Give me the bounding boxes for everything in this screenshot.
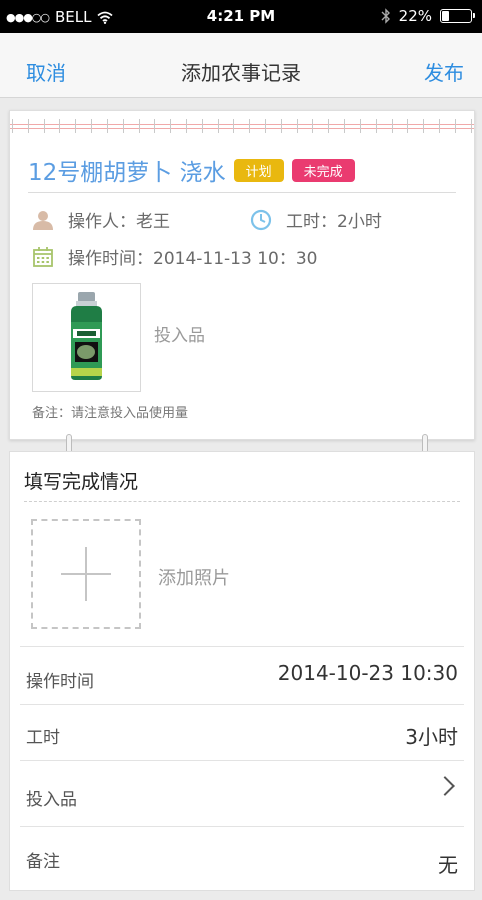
operation-time-row[interactable]: 操作时间 2014-10-23 10:30 — [20, 646, 464, 702]
pesticide-bottle-image — [71, 292, 102, 380]
system-status: 22% — [381, 7, 475, 25]
bluetooth-icon — [381, 8, 390, 24]
remark-text: 备注：请注意投入品使用量 — [32, 406, 189, 421]
completion-title: 填写完成情况 — [24, 471, 139, 493]
product-label: 投入品 — [154, 326, 205, 346]
add-photo-button[interactable] — [31, 519, 141, 629]
publish-button[interactable]: 发布 — [424, 57, 464, 86]
battery-percent: 22% — [398, 7, 432, 25]
duration-row[interactable]: 工时 3小时 — [20, 704, 464, 760]
calendar-icon — [33, 246, 53, 267]
plan-header: 12号棚胡萝卜 浇水 计划 未完成 — [28, 153, 355, 187]
duration-info: 工时：2小时 — [250, 207, 382, 232]
duration-text: 工时：2小时 — [286, 212, 382, 232]
notebook-ruler — [10, 119, 474, 133]
operation-time-info: 操作时间：2014-11-13 10：30 — [32, 244, 317, 269]
divider — [24, 501, 460, 502]
product-row[interactable]: 投入品 — [20, 760, 464, 816]
operator-text: 操作人：老王 — [68, 212, 170, 232]
row-label: 备注 — [26, 852, 60, 872]
status-bar: ●●●○○ BELL 4:21 PM 22% — [0, 0, 482, 33]
remark-row[interactable]: 备注 无 — [20, 826, 464, 882]
product-image[interactable] — [32, 283, 141, 392]
person-icon — [33, 210, 53, 230]
operator-info: 操作人：老王 — [32, 207, 170, 232]
page-title: 添加农事记录 — [181, 61, 301, 85]
chevron-right-icon — [435, 776, 455, 796]
completion-card: 填写完成情况 添加照片 操作时间 2014-10-23 10:30 工时 3小时… — [9, 451, 475, 891]
plan-title: 12号棚胡萝卜 浇水 — [28, 160, 226, 186]
plan-badge: 计划 — [233, 158, 284, 182]
clock-icon — [250, 209, 272, 230]
row-label: 操作时间 — [26, 672, 94, 692]
operation-time-text: 操作时间：2014-11-13 10：30 — [68, 249, 318, 269]
navigation-bar: 取消 添加农事记录 发布 — [0, 33, 482, 98]
remark-value: 无 — [438, 853, 458, 877]
divider — [28, 192, 456, 193]
operation-time-value: 2014-10-23 10:30 — [277, 661, 458, 685]
row-label: 工时 — [26, 728, 60, 748]
row-label: 投入品 — [26, 790, 77, 810]
duration-value: 3小时 — [405, 725, 458, 749]
plan-card: 12号棚胡萝卜 浇水 计划 未完成 操作人：老王 工时：2小时 操作时间：201… — [9, 110, 475, 440]
add-photo-label: 添加照片 — [158, 568, 230, 589]
status-badge: 未完成 — [291, 158, 355, 182]
battery-icon — [440, 9, 475, 23]
